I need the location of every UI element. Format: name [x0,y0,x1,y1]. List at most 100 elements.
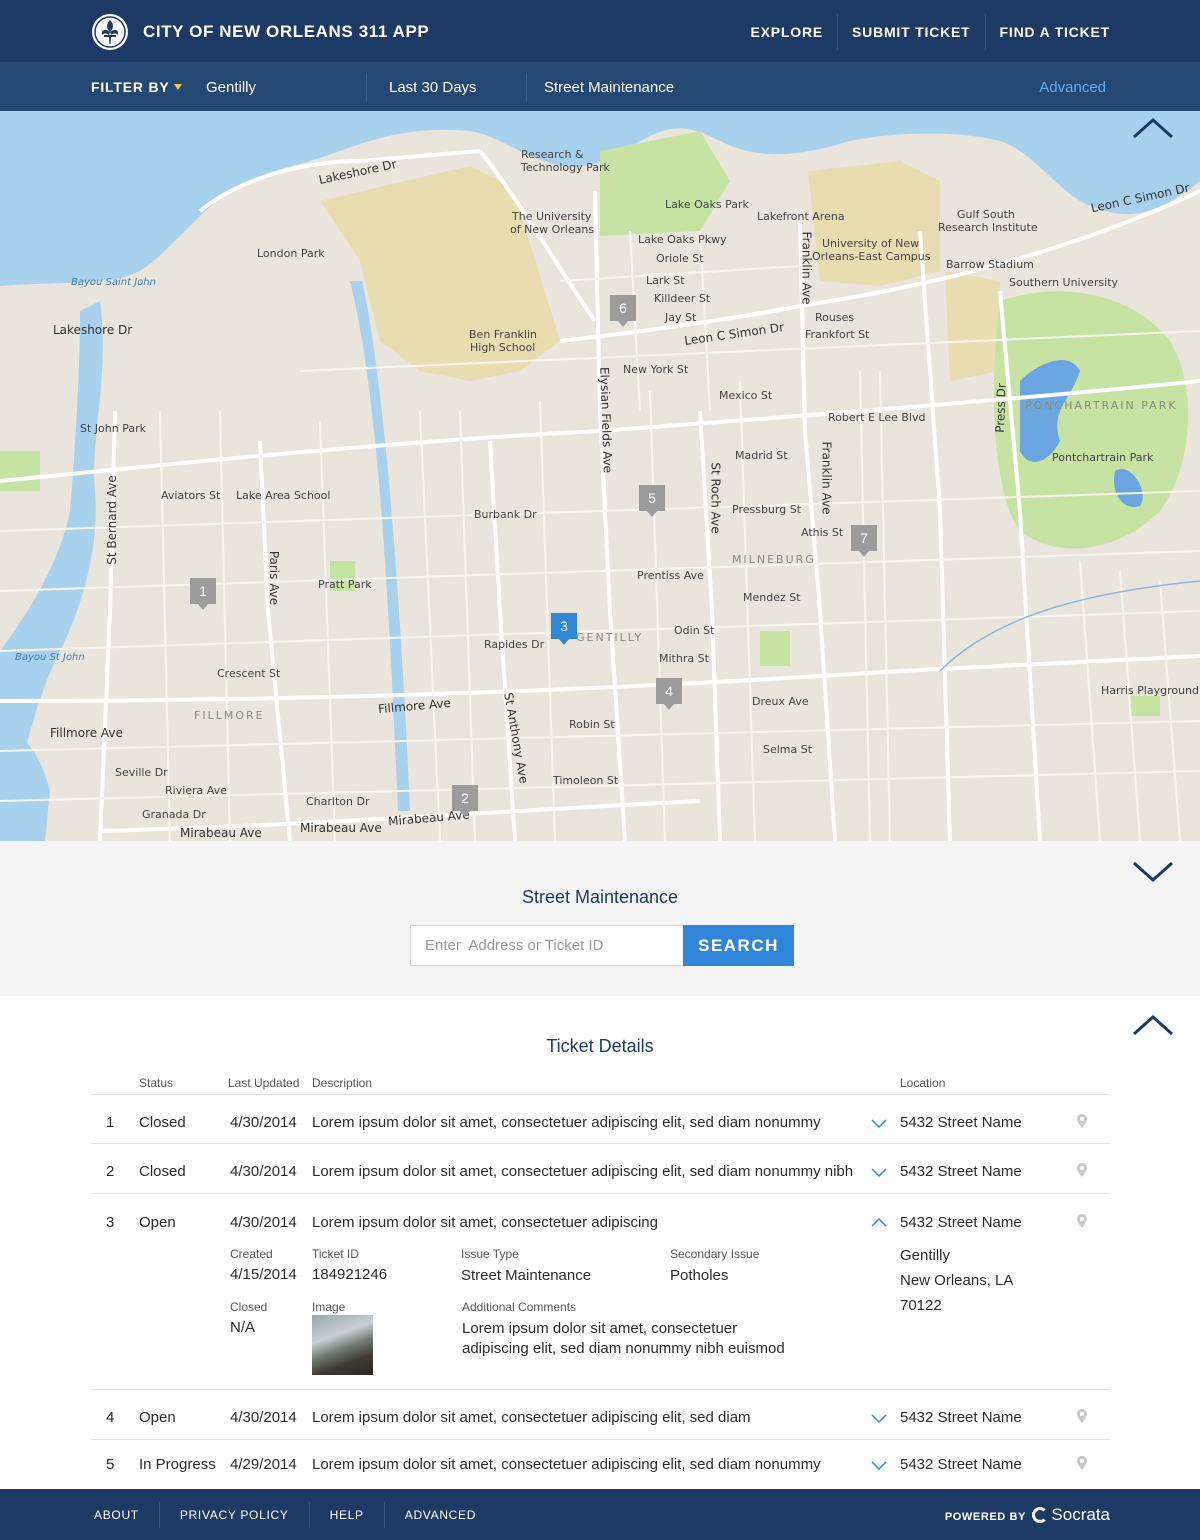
map-pin-icon[interactable] [1076,1455,1088,1471]
map-label-uno-east: University of New [822,237,920,250]
ticket-marker-4[interactable]: 4 [656,678,682,710]
map-label-pontchartrain-park-hood: PONCHARTRAIN PARK [1025,399,1178,412]
ticket-marker-3[interactable]: 3 [551,613,577,645]
row-number: 2 [106,1163,115,1180]
footer-link-about[interactable]: ABOUT [74,1502,159,1528]
search-button[interactable]: SEARCH [683,925,794,966]
expand-chevron-icon[interactable] [870,1413,888,1425]
nav-submit-ticket[interactable]: SUBMIT TICKET [837,14,985,50]
main-nav: EXPLORE SUBMIT TICKET FIND A TICKET [737,14,1111,50]
column-header-description: Description [312,1076,373,1090]
map-label-mithra-st: Mithra St [659,652,709,665]
map-label-charlton-dr: Charlton Dr [306,795,370,808]
table-row-expanded[interactable]: 3 Open 4/30/2014 Lorem ipsum dolor sit a… [91,1194,1110,1390]
ticket-marker-7[interactable]: 7 [851,525,877,557]
map-label-new-york-st: New York St [623,363,689,376]
advanced-filter-link[interactable]: Advanced [1039,79,1106,96]
map-label-franklin-ave: Franklin Ave [819,441,834,515]
table-row[interactable]: 1 Closed 4/30/2014 Lorem ipsum dolor sit… [91,1095,1110,1144]
search-input[interactable] [410,925,684,966]
row-description: Lorem ipsum dolor sit amet, consectetuer… [312,1114,821,1131]
map-pin-icon[interactable] [1076,1408,1088,1424]
footer-link-advanced[interactable]: ADVANCED [383,1502,496,1528]
fleur-de-lis-logo-icon[interactable] [92,14,128,50]
location-state: New Orleans, LA [900,1272,1014,1289]
filter-category[interactable]: Street Maintenance [544,79,674,96]
comments-label: Additional Comments [462,1300,577,1314]
ticket-marker-6[interactable]: 6 [610,295,636,327]
filter-divider [366,73,367,102]
map-label-press-dr: Press Dr [992,382,1009,434]
row-updated: 4/30/2014 [230,1163,297,1180]
caret-down-icon[interactable] [174,84,182,90]
map-label-rouses: Rouses [815,311,855,324]
row-status: Closed [139,1114,186,1131]
map-label-jay-st: Jay St [665,311,697,324]
map-label-pontchartrain-park: Pontchartrain Park [1052,451,1154,464]
nav-explore[interactable]: EXPLORE [737,14,838,50]
map-label-gulf-south: Gulf South [957,208,1015,221]
footer-links: ABOUT PRIVACY POLICY HELP ADVANCED [74,1502,496,1528]
map-label-gentilly: GENTILLY [576,631,644,644]
ticket-marker-5[interactable]: 5 [639,485,665,517]
powered-by-label: POWERED BY [944,1511,1026,1523]
map-label-st-john-park: St John Park [80,422,146,435]
map-label-crescent-st: Crescent St [217,667,281,680]
map-label-athis-st: Athis St [801,526,844,539]
chevron-up-icon[interactable] [1132,117,1174,139]
map-label-mendez-st: Mendez St [743,591,801,604]
footer-link-help[interactable]: HELP [308,1502,384,1528]
map-label-milneburg: MILNEBURG [732,553,816,566]
pothole-photo[interactable] [312,1315,373,1375]
closed-value: N/A [230,1319,256,1336]
ticket-marker-2[interactable]: 2 [452,785,478,817]
closed-label: Closed [230,1300,268,1314]
expand-chevron-icon[interactable] [870,1460,888,1472]
chevron-up-icon[interactable] [1132,1014,1174,1036]
expand-chevron-icon[interactable] [870,1118,888,1130]
row-status: Open [139,1214,176,1231]
socrata-logo-icon [1032,1507,1049,1523]
filter-label[interactable]: FILTER BY [91,79,170,95]
map-label-uno-east: Orleans-East Campus [812,250,931,263]
row-description: Lorem ipsum dolor sit amet, consectetuer… [312,1163,854,1180]
map-label-madrid-st: Madrid St [735,449,788,462]
footer-link-privacy[interactable]: PRIVACY POLICY [158,1502,309,1528]
nav-find-ticket[interactable]: FIND A TICKET [984,14,1110,50]
ticket-map[interactable]: Research & Technology Park The Universit… [0,111,1200,841]
map-label-ben-franklin: Ben Franklin [469,328,537,341]
filter-neighborhood[interactable]: Gentilly [206,79,256,96]
ticket-marker-1[interactable]: 1 [190,578,216,610]
map-label-lake-oaks-park: Lake Oaks Park [665,198,749,211]
row-status: Open [139,1409,176,1426]
top-header: CITY OF NEW ORLEANS 311 APP EXPLORE SUBM… [0,0,1200,62]
socrata-brand[interactable]: Socrata [1032,1505,1110,1525]
column-header-last-updated: Last Updated [228,1076,300,1090]
map-label-st-bernard: St Bernard Ave [104,475,119,565]
row-location: 5432 Street Name [900,1456,1022,1473]
map-pin-icon[interactable] [1076,1113,1088,1129]
map-label-lakefront-arena: Lakefront Arena [757,210,845,223]
collapse-chevron-icon[interactable] [870,1216,888,1228]
map-label-uno: The University [512,210,592,223]
ticket-details-title: Ticket Details [546,1036,654,1056]
row-updated: 4/30/2014 [230,1409,297,1426]
app-title: CITY OF NEW ORLEANS 311 APP [143,22,430,41]
map-label-aviators-st: Aviators St [161,489,221,502]
comments-line: Lorem ipsum dolor sit amet, consectetuer [462,1320,738,1337]
chevron-down-icon[interactable] [1132,861,1174,883]
map-label-research-park: Research & [521,148,584,161]
map-pin-icon[interactable] [1076,1162,1088,1178]
map-label-paris-ave: Paris Ave [267,550,282,606]
filter-period[interactable]: Last 30 Days [389,79,477,96]
map-label-gulf-south: Research Institute [938,221,1038,234]
table-row[interactable]: 2 Closed 4/30/2014 Lorem ipsum dolor sit… [91,1144,1110,1194]
column-header-location: Location [900,1076,946,1090]
map-pin-icon[interactable] [1076,1213,1088,1229]
category-title: Street Maintenance [521,887,679,907]
expand-chevron-icon[interactable] [870,1167,888,1179]
map-label-bayou-st-john: Bayou St John [15,652,85,663]
table-row[interactable]: 4 Open 4/30/2014 Lorem ipsum dolor sit a… [91,1390,1110,1440]
map-label-london-park: London Park [257,247,325,260]
table-row[interactable]: 5 In Progress 4/29/2014 Lorem ipsum dolo… [91,1440,1110,1489]
